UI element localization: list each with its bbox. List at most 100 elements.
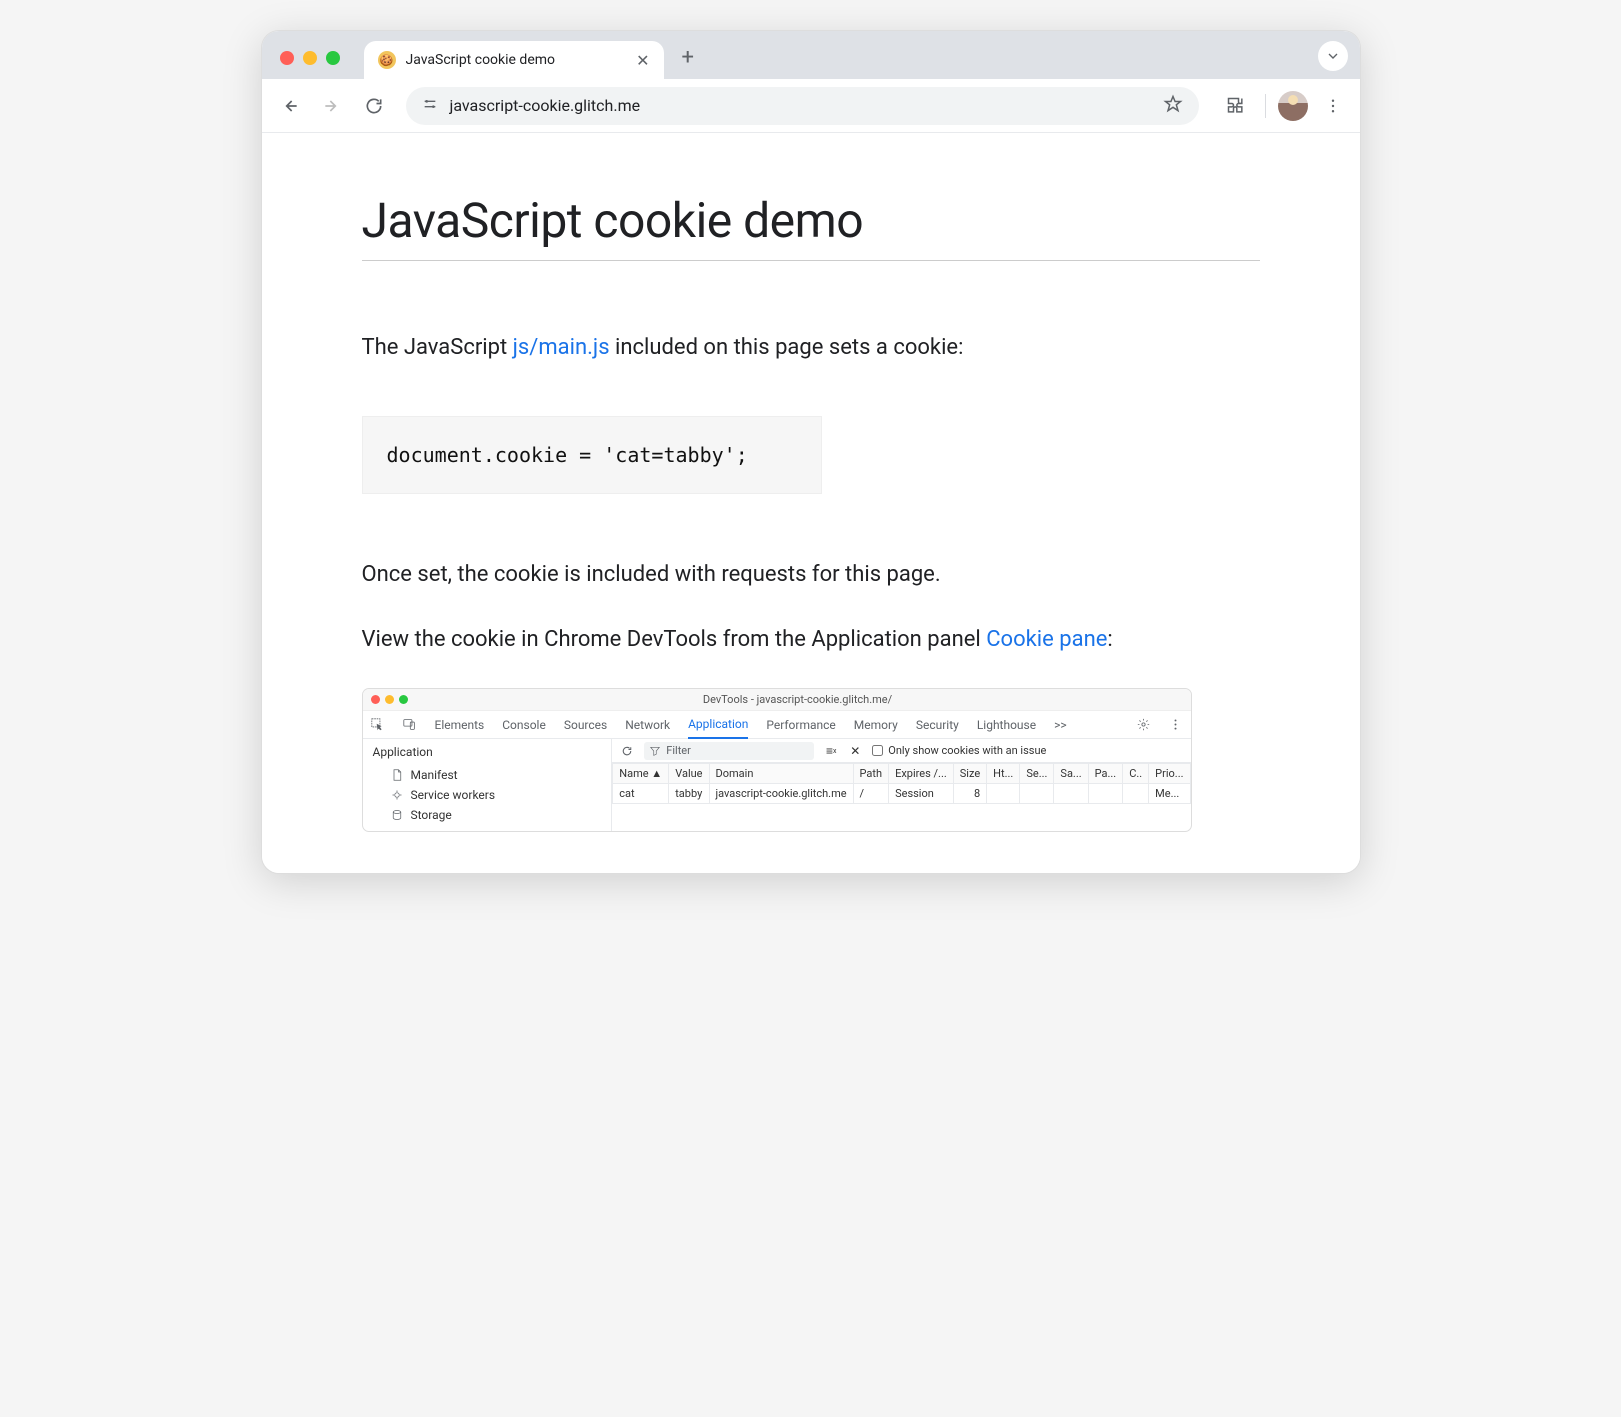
minimize-window-button[interactable] (303, 51, 317, 65)
tabs-dropdown-button[interactable] (1318, 41, 1348, 71)
col-name[interactable]: Name ▲ (613, 764, 669, 784)
col-cross[interactable]: C.. (1123, 764, 1149, 784)
cell-expires: Session (889, 784, 954, 804)
dt-maximize-button[interactable] (399, 695, 408, 704)
sidebar-item-storage[interactable]: Storage (373, 805, 602, 825)
tab-sources[interactable]: Sources (564, 718, 607, 732)
chevron-down-icon (1325, 48, 1341, 64)
database-icon (391, 809, 403, 821)
only-issues-label: Only show cookies with an issue (888, 744, 1046, 757)
clear-all-icon[interactable]: ✕ (848, 744, 862, 758)
col-size[interactable]: Size (953, 764, 986, 784)
devtools-main: Filter ≡x ✕ Only show cookies with an is… (612, 739, 1190, 831)
forward-button[interactable] (314, 88, 350, 124)
devtools-sidebar: Application Manifest Service workers Sto… (363, 739, 613, 831)
intro-paragraph: The JavaScript js/main.js included on th… (362, 331, 1260, 364)
tab-memory[interactable]: Memory (854, 718, 898, 732)
sidebar-item-service-workers[interactable]: Service workers (373, 785, 602, 805)
intro-text-before: The JavaScript (362, 335, 513, 360)
url-text: javascript-cookie.glitch.me (450, 96, 1151, 115)
cell-name: cat (613, 784, 669, 804)
tab-overflow (1318, 41, 1348, 71)
cell-path: / (853, 784, 889, 804)
tab-performance[interactable]: Performance (766, 718, 835, 732)
only-issues-input[interactable] (872, 745, 883, 756)
tab-network[interactable]: Network (625, 718, 670, 732)
dt-minimize-button[interactable] (385, 695, 394, 704)
filter-input[interactable]: Filter (644, 742, 814, 760)
table-row[interactable]: cat tabby javascript-cookie.glitch.me / … (613, 784, 1190, 804)
col-priority[interactable]: Prio... (1149, 764, 1190, 784)
site-settings-icon[interactable] (422, 96, 438, 116)
sidebar-label-sw: Service workers (411, 788, 496, 802)
browser-tab[interactable]: 🍪 JavaScript cookie demo ✕ (364, 41, 664, 79)
new-tab-button[interactable]: + (682, 47, 694, 69)
close-tab-icon[interactable]: ✕ (636, 51, 649, 70)
star-icon (1163, 94, 1183, 114)
devtools-menu-icon[interactable] (1169, 718, 1183, 732)
tab-security[interactable]: Security (916, 718, 959, 732)
cell-value: tabby (669, 784, 709, 804)
address-bar[interactable]: javascript-cookie.glitch.me (406, 87, 1199, 125)
tab-lighthouse[interactable]: Lighthouse (977, 718, 1036, 732)
code-block: document.cookie = 'cat=tabby'; (362, 416, 822, 494)
cell-domain: javascript-cookie.glitch.me (709, 784, 853, 804)
extensions-button[interactable] (1219, 89, 1253, 123)
col-partition[interactable]: Pa... (1088, 764, 1123, 784)
refresh-cookies-button[interactable] (620, 744, 634, 758)
arrow-left-icon (280, 96, 300, 116)
sidebar-label-manifest: Manifest (411, 768, 458, 782)
cell-partition (1088, 784, 1123, 804)
profile-avatar[interactable] (1278, 91, 1308, 121)
arrow-right-icon (322, 96, 342, 116)
window-controls (280, 51, 340, 65)
close-window-button[interactable] (280, 51, 294, 65)
cell-size: 8 (953, 784, 986, 804)
chrome-menu-button[interactable] (1316, 89, 1350, 123)
filter-placeholder: Filter (666, 744, 691, 757)
tab-bar: 🍪 JavaScript cookie demo ✕ + (262, 31, 1360, 79)
cookies-filter-bar: Filter ≡x ✕ Only show cookies with an is… (612, 739, 1190, 763)
tab-elements[interactable]: Elements (435, 718, 485, 732)
cell-cross (1123, 784, 1149, 804)
cookie-pane-link[interactable]: Cookie pane (986, 627, 1107, 652)
devtools-settings-icon[interactable] (1137, 718, 1151, 732)
col-path[interactable]: Path (853, 764, 889, 784)
device-icon[interactable] (403, 718, 417, 732)
sidebar-label-storage: Storage (411, 808, 452, 822)
browser-window: 🍪 JavaScript cookie demo ✕ + javascript-… (261, 30, 1361, 874)
sidebar-item-manifest[interactable]: Manifest (373, 765, 602, 785)
back-button[interactable] (272, 88, 308, 124)
dt-close-button[interactable] (371, 695, 380, 704)
only-issues-checkbox[interactable]: Only show cookies with an issue (872, 744, 1046, 757)
col-value[interactable]: Value (669, 764, 709, 784)
para3-before: View the cookie in Chrome DevTools from … (362, 627, 987, 652)
inspect-icon[interactable] (371, 718, 385, 732)
col-httponly[interactable]: Ht... (987, 764, 1020, 784)
funnel-icon (650, 746, 660, 756)
col-secure[interactable]: Se... (1020, 764, 1054, 784)
tab-console[interactable]: Console (502, 718, 546, 732)
col-samesite[interactable]: Sa... (1054, 764, 1088, 784)
cell-priority: Me... (1149, 784, 1190, 804)
cell-samesite (1054, 784, 1088, 804)
cookies-table: Name ▲ Value Domain Path Expires /... Si… (612, 763, 1190, 804)
maximize-window-button[interactable] (326, 51, 340, 65)
col-domain[interactable]: Domain (709, 764, 853, 784)
col-expires[interactable]: Expires /... (889, 764, 954, 784)
tab-title: JavaScript cookie demo (406, 52, 627, 68)
tab-application[interactable]: Application (688, 711, 748, 739)
bookmark-button[interactable] (1163, 94, 1183, 118)
cookie-favicon-icon: 🍪 (378, 51, 396, 69)
reload-button[interactable] (356, 88, 392, 124)
intro-text-after: included on this page sets a cookie: (610, 335, 964, 360)
heading-rule (362, 260, 1260, 261)
cell-secure (1020, 784, 1054, 804)
table-header-row: Name ▲ Value Domain Path Expires /... Si… (613, 764, 1190, 784)
main-js-link[interactable]: js/main.js (513, 335, 610, 360)
clear-filter-icon[interactable]: ≡x (824, 744, 838, 758)
paragraph-3: View the cookie in Chrome DevTools from … (362, 623, 1260, 656)
tab-overflow[interactable]: >> (1054, 718, 1067, 732)
page-content: JavaScript cookie demo The JavaScript js… (262, 133, 1360, 873)
cell-httponly (987, 784, 1020, 804)
